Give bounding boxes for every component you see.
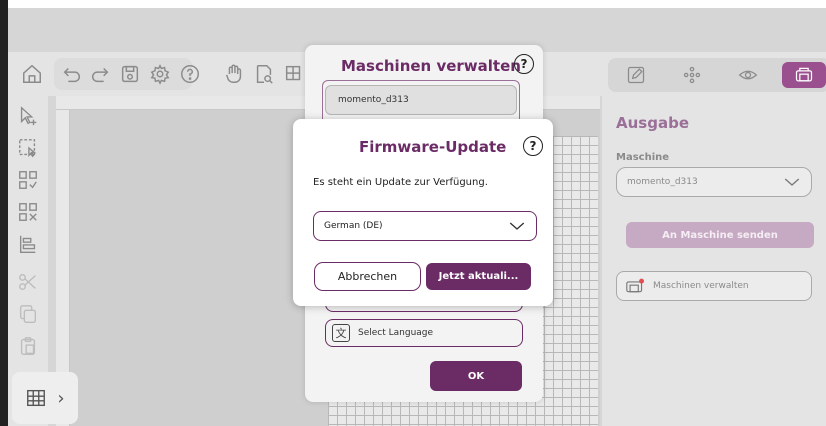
marquee-icon bbox=[19, 139, 37, 158]
language-select[interactable]: German (DE) bbox=[313, 211, 537, 241]
cancel-button[interactable]: Abbrechen bbox=[314, 262, 421, 291]
select-language-button[interactable]: 文 Select Language bbox=[325, 319, 523, 347]
panel-title: Ausgabe bbox=[616, 114, 689, 132]
update-message: Es steht ein Update zur Verfügung. bbox=[313, 177, 488, 188]
dialog-title: Maschinen verwalten bbox=[341, 57, 521, 75]
plotter-icon bbox=[795, 67, 813, 82]
manage-machines-button[interactable]: Maschinen verwalten bbox=[616, 271, 812, 301]
fit-view-button[interactable] bbox=[280, 60, 308, 88]
machine-label: Maschine bbox=[616, 152, 670, 163]
machine-select[interactable]: momento_d313 bbox=[616, 167, 812, 197]
tab-layers[interactable] bbox=[678, 62, 706, 88]
home-button[interactable] bbox=[18, 60, 46, 88]
chevron-down-icon bbox=[509, 222, 525, 230]
tab-output[interactable] bbox=[782, 62, 826, 88]
settings-button[interactable] bbox=[146, 60, 174, 88]
window-edge bbox=[0, 0, 8, 426]
save-button[interactable] bbox=[116, 60, 144, 88]
redo-icon bbox=[92, 67, 109, 83]
paste-icon bbox=[20, 337, 36, 355]
pan-button[interactable] bbox=[220, 60, 248, 88]
copy-tool[interactable] bbox=[14, 300, 42, 328]
select-language-label: Select Language bbox=[358, 328, 434, 338]
pencil-icon bbox=[627, 66, 645, 84]
manage-machines-label: Maschinen verwalten bbox=[653, 281, 749, 291]
update-now-button[interactable]: Jetzt aktuali... bbox=[426, 263, 531, 290]
ok-button[interactable]: OK bbox=[430, 361, 522, 391]
grid-toggle-button[interactable]: › bbox=[12, 372, 78, 424]
group-tool[interactable] bbox=[14, 166, 42, 194]
undo-icon bbox=[63, 67, 80, 83]
nodes-icon bbox=[683, 66, 701, 84]
grid-icon bbox=[27, 389, 46, 407]
cursor-plus-icon bbox=[20, 106, 37, 126]
zoom-button[interactable] bbox=[250, 60, 278, 88]
save-icon bbox=[121, 65, 139, 83]
align-icon bbox=[19, 235, 36, 253]
ungroup-icon bbox=[19, 203, 37, 221]
chevron-down-icon bbox=[784, 178, 800, 186]
hand-icon bbox=[225, 64, 242, 83]
firmware-update-dialog: Firmware-Update ? Es steht ein Update zu… bbox=[293, 119, 553, 306]
ungroup-tool[interactable] bbox=[14, 198, 42, 226]
panel-tabs bbox=[608, 58, 826, 92]
help-icon[interactable]: ? bbox=[523, 136, 543, 156]
eye-icon bbox=[738, 70, 758, 80]
align-tool[interactable] bbox=[14, 230, 42, 258]
cut-tool[interactable] bbox=[14, 268, 42, 296]
zoom-page-icon bbox=[256, 65, 273, 84]
undo-button[interactable] bbox=[58, 60, 86, 88]
tab-preview[interactable] bbox=[734, 62, 762, 88]
language-select-value: German (DE) bbox=[324, 221, 383, 231]
tab-edit[interactable] bbox=[622, 62, 650, 88]
plotter-alert-icon bbox=[626, 278, 644, 293]
grid-zoom-icon bbox=[285, 65, 301, 81]
gear-icon bbox=[150, 64, 170, 85]
send-to-machine-button[interactable]: An Maschine senden bbox=[626, 222, 814, 248]
machine-list-item[interactable]: momento_d313 bbox=[325, 85, 517, 115]
group-icon bbox=[19, 171, 37, 189]
right-panel: Ausgabe Maschine momento_d313 An Maschin… bbox=[602, 52, 826, 426]
paste-tool[interactable] bbox=[14, 332, 42, 360]
marquee-select-tool[interactable] bbox=[14, 134, 42, 162]
help-circle-icon bbox=[181, 65, 199, 83]
dialog-title: Firmware-Update bbox=[359, 138, 507, 156]
redo-button[interactable] bbox=[86, 60, 114, 88]
machine-select-value: momento_d313 bbox=[627, 177, 698, 187]
chevron-right-icon: › bbox=[57, 387, 65, 409]
help-button[interactable] bbox=[176, 60, 204, 88]
copy-icon bbox=[19, 305, 37, 323]
help-icon[interactable]: ? bbox=[514, 54, 534, 74]
language-icon: 文 bbox=[332, 324, 350, 342]
scissors-icon bbox=[19, 273, 36, 291]
select-add-tool[interactable] bbox=[14, 102, 42, 130]
home-icon bbox=[23, 64, 41, 83]
